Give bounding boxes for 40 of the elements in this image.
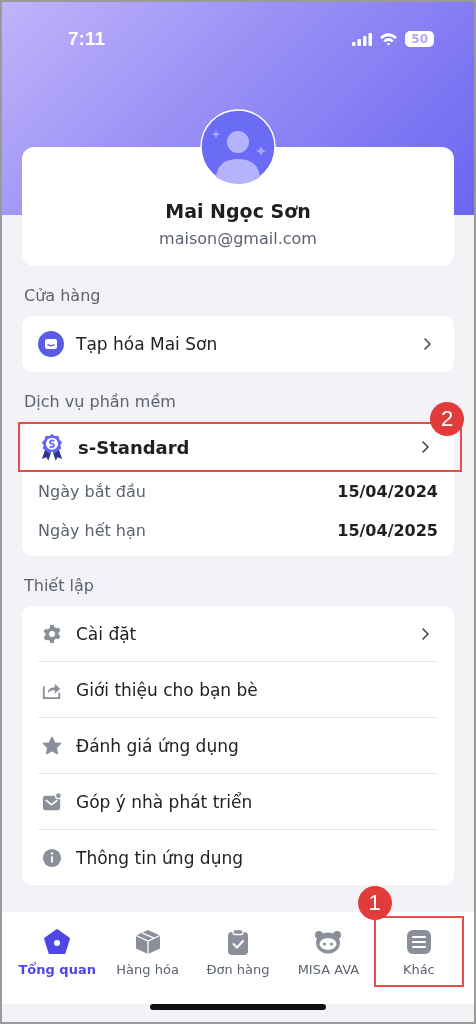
gear-icon [42, 623, 62, 644]
detail-value: 15/04/2024 [337, 482, 438, 501]
settings-item[interactable]: Thông tin ứng dụng [38, 830, 438, 885]
award-ribbon-icon [40, 433, 64, 461]
section-label: Dịch vụ phần mềm [24, 391, 176, 413]
plan-name: s-Standard [78, 436, 191, 458]
chevron-icon [422, 337, 432, 351]
tab-item[interactable]: Đơn hàng [192, 916, 284, 987]
box-icon [133, 928, 162, 956]
store-icon [38, 331, 64, 357]
detail-value: 15/04/2025 [337, 521, 438, 540]
clock-time: 7:11 [68, 28, 105, 50]
settings-item[interactable]: Góp ý nhà phát triển [38, 774, 438, 830]
section-label: Thiết lập [24, 575, 94, 597]
profile-email: maison@gmail.com [159, 229, 317, 248]
wifi-icon [379, 32, 399, 46]
settings-item[interactable]: Đánh giá ứng dụng [38, 718, 438, 774]
step-badge: 2 [430, 402, 464, 436]
menu-icon [404, 928, 433, 956]
tab-item[interactable]: Khác [373, 916, 465, 987]
settings-item[interactable]: Cài đặt [38, 606, 438, 662]
mail-icon [42, 791, 62, 812]
signal-icon [352, 32, 373, 46]
tab-item[interactable]: Tổng quan [12, 916, 103, 987]
tab-item[interactable]: Hàng hóa [102, 916, 193, 987]
home-icon [43, 928, 72, 956]
profile-name: Mai Ngọc Sơn [165, 200, 311, 222]
store-row[interactable]: Tạp hóa Mai Sơn [22, 316, 454, 372]
battery-icon: 50 [405, 31, 434, 47]
step-badge: 1 [357, 886, 392, 920]
store-name: Tạp hóa Mai Sơn [76, 334, 219, 354]
star-icon [42, 735, 62, 756]
section-label: Cửa hàng [24, 285, 101, 307]
settings-item[interactable]: Giới thiệu cho bạn bè [38, 662, 438, 718]
robot-face-icon [314, 928, 343, 956]
info-icon [42, 847, 62, 868]
detail-label: Ngày bắt đầu [38, 482, 146, 501]
detail-label: Ngày hết hạn [38, 521, 146, 540]
chevron-icon [420, 440, 430, 454]
chevron-icon [420, 626, 430, 641]
